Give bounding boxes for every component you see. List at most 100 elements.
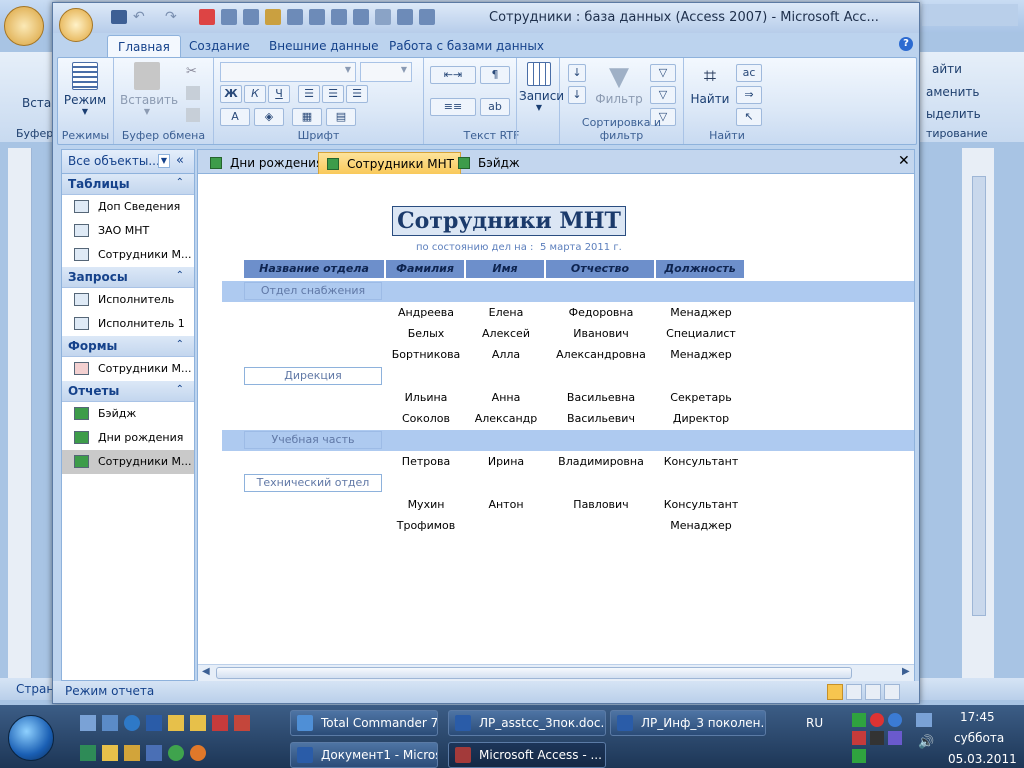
network-icon[interactable] — [916, 713, 932, 727]
design-view-icon[interactable] — [884, 684, 900, 700]
start-button[interactable] — [8, 715, 54, 761]
bg-paste-label[interactable]: Вста — [22, 96, 51, 110]
qat-icon-4[interactable] — [265, 9, 281, 25]
advanced-filter-icon[interactable]: ▽ — [650, 86, 676, 104]
font-name-select[interactable]: ▼ — [220, 62, 356, 82]
scroll-right-icon[interactable]: ▶ — [902, 666, 910, 677]
gridlines-icon[interactable]: ▦ — [292, 108, 322, 126]
qat-icon-5[interactable] — [287, 9, 303, 25]
filter-button[interactable]: ▼ Фильтр — [594, 62, 644, 106]
taskbar-button[interactable]: Total Commander 7.... — [290, 710, 438, 736]
nav-section-queries[interactable]: Запросы ⌃ — [62, 267, 194, 288]
qat-icon-10[interactable] — [397, 9, 413, 25]
nav-header[interactable]: Все объекты... ▼ « — [62, 150, 194, 174]
firefox-icon[interactable] — [190, 745, 206, 761]
bg-select-label[interactable]: ыделить — [926, 107, 981, 121]
folder-icon[interactable] — [190, 715, 206, 731]
taskbar-button[interactable]: ЛР_asstcc_3пок.doc... — [448, 710, 606, 736]
tray-icon[interactable] — [888, 731, 902, 745]
taskbar-button[interactable]: Документ1 - Micros... — [290, 742, 438, 768]
save-icon[interactable] — [111, 10, 127, 24]
office-button[interactable] — [59, 8, 93, 42]
clock-time[interactable]: 17:45 — [960, 710, 995, 724]
section-collapse-icon[interactable]: ⌃ — [176, 270, 184, 281]
bg-replace-label[interactable]: аменить — [926, 85, 980, 99]
tab-home[interactable]: Главная — [107, 35, 181, 57]
nav-dropdown-icon[interactable]: ▼ — [158, 154, 170, 168]
paragraph-icon[interactable]: ¶ — [480, 66, 510, 84]
tray-icon[interactable] — [852, 749, 866, 763]
nav-item-table[interactable]: Сотрудники М... — [62, 243, 194, 267]
taskbar-button[interactable]: ЛР_Инф_3 поколен... — [610, 710, 766, 736]
print-preview-icon[interactable] — [846, 684, 862, 700]
indent-icon[interactable]: ⇤⇥ — [430, 66, 476, 84]
copy-icon[interactable] — [186, 86, 200, 100]
section-collapse-icon[interactable]: ⌃ — [176, 177, 184, 188]
cut-icon[interactable]: ✂ — [186, 64, 197, 79]
font-color-icon[interactable]: A — [220, 108, 250, 126]
scroll-thumb[interactable] — [216, 667, 852, 679]
sort-asc-icon[interactable]: ↓ — [568, 64, 586, 82]
bg-scrollbar[interactable] — [972, 176, 986, 616]
bg-find-label[interactable]: айти — [932, 62, 962, 76]
qat-icon-3[interactable] — [243, 9, 259, 25]
layout-view-icon[interactable] — [865, 684, 881, 700]
redo-icon[interactable]: ↷ — [165, 10, 181, 24]
align-left-icon[interactable]: ☰ — [298, 85, 320, 103]
quick-launch-icon[interactable] — [146, 745, 162, 761]
nav-item-query[interactable]: Исполнитель 1 — [62, 312, 194, 336]
qat-icon-6[interactable] — [309, 9, 325, 25]
background-window-controls[interactable] — [922, 4, 1018, 26]
underline-button[interactable]: Ч — [268, 85, 290, 103]
quick-launch-icon[interactable] — [212, 715, 228, 731]
tab-create[interactable]: Создание — [179, 35, 260, 57]
tab-database-tools[interactable]: Работа с базами данных — [379, 35, 554, 57]
qat-icon-1[interactable] — [199, 9, 215, 25]
ie-icon[interactable] — [124, 715, 140, 731]
nav-section-tables[interactable]: Таблицы ⌃ — [62, 174, 194, 195]
horizontal-scrollbar[interactable]: ◀ ▶ — [198, 664, 914, 681]
qat-icon-7[interactable] — [331, 9, 347, 25]
font-size-select[interactable]: ▼ — [360, 62, 412, 82]
quick-launch-icon[interactable] — [234, 715, 250, 731]
scroll-left-icon[interactable]: ◀ — [202, 666, 210, 677]
quick-launch-icon[interactable] — [124, 745, 140, 761]
qat-icon-8[interactable] — [353, 9, 369, 25]
close-tab-icon[interactable]: ✕ — [898, 153, 910, 169]
nav-item-table[interactable]: ЗАО МНТ — [62, 219, 194, 243]
nav-item-form[interactable]: Сотрудники М... — [62, 357, 194, 381]
doc-tab-birthdays[interactable]: Дни рождения — [202, 152, 329, 174]
find-button[interactable]: ⌗ Найти — [690, 62, 730, 106]
fill-color-icon[interactable]: ◈ — [254, 108, 284, 126]
quick-launch-icon[interactable] — [168, 745, 184, 761]
help-icon[interactable]: ? — [899, 37, 913, 51]
view-button[interactable]: Режим ▼ — [62, 62, 108, 116]
nav-collapse-icon[interactable]: « — [176, 153, 184, 168]
alternate-fill-icon[interactable]: ▤ — [326, 108, 356, 126]
section-collapse-icon[interactable]: ⌃ — [176, 384, 184, 395]
highlight-icon[interactable]: ab — [480, 98, 510, 116]
quick-launch-icon[interactable] — [102, 715, 118, 731]
selection-filter-icon[interactable]: ▽ — [650, 64, 676, 82]
nav-section-reports[interactable]: Отчеты ⌃ — [62, 381, 194, 402]
office-button-bg[interactable] — [4, 6, 44, 46]
section-collapse-icon[interactable]: ⌃ — [176, 339, 184, 350]
tray-icon[interactable] — [852, 731, 866, 745]
tray-icon[interactable] — [870, 731, 884, 745]
paste-button[interactable]: Вставить ▼ — [120, 62, 178, 116]
nav-item-query[interactable]: Исполнитель — [62, 288, 194, 312]
nav-section-forms[interactable]: Формы ⌃ — [62, 336, 194, 357]
format-painter-icon[interactable] — [186, 108, 200, 122]
folder-icon[interactable] — [168, 715, 184, 731]
italic-button[interactable]: К — [244, 85, 266, 103]
volume-icon[interactable]: 🔊 — [918, 735, 934, 750]
language-indicator[interactable]: RU — [806, 716, 823, 730]
replace-icon[interactable]: ac — [736, 64, 762, 82]
qat-icon-11[interactable] — [419, 9, 435, 25]
qat-icon-9[interactable] — [375, 9, 391, 25]
undo-icon[interactable]: ↶ — [133, 10, 149, 24]
tray-icon[interactable] — [888, 713, 902, 727]
qat-icon-2[interactable] — [221, 9, 237, 25]
doc-tab-badge[interactable]: Бэйдж — [450, 152, 526, 174]
nav-item-report[interactable]: Бэйдж — [62, 402, 194, 426]
